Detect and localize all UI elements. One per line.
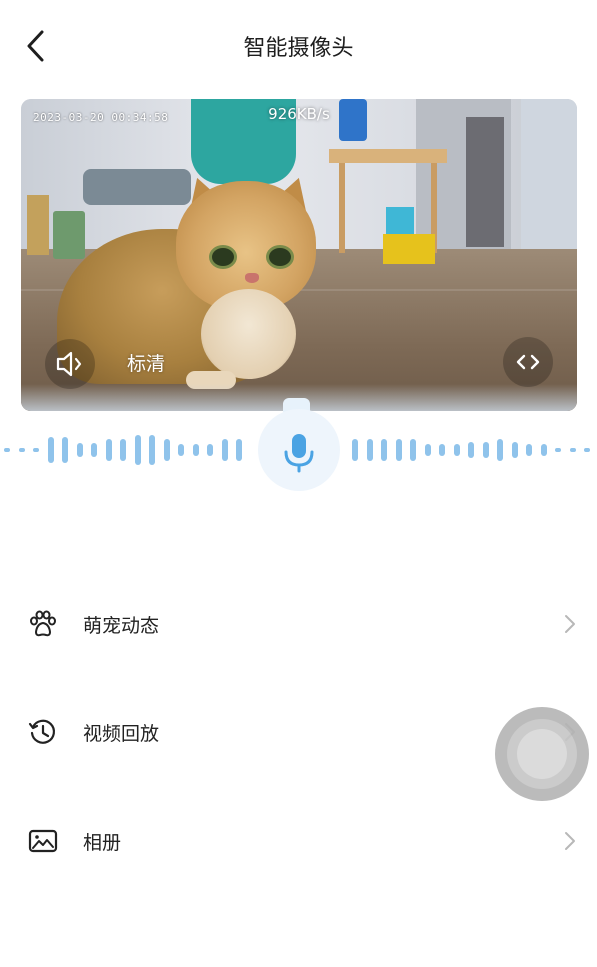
voice-waveform-left (0, 435, 250, 465)
waveform-bar (497, 439, 503, 461)
menu-item-pet-moments[interactable]: 萌宠动态 (0, 589, 597, 659)
waveform-bar (555, 448, 561, 452)
waveform-bar (120, 439, 126, 461)
waveform-bar (91, 443, 97, 457)
paw-icon (30, 610, 56, 637)
waveform-bar (105, 439, 112, 461)
waveform-bar (511, 442, 518, 458)
voice-waveform-right (348, 435, 597, 465)
menu-item-album[interactable]: 相册 (0, 806, 597, 876)
waveform-bar (352, 439, 358, 461)
microphone-button[interactable] (258, 409, 340, 491)
waveform-bar (163, 439, 170, 461)
history-clock-icon (28, 719, 56, 744)
bitrate-label: 926KB/s (268, 105, 330, 123)
assistive-touch-button[interactable] (495, 707, 589, 801)
waveform-bar (366, 439, 373, 461)
waveform-bar (192, 444, 199, 456)
waveform-bar (221, 439, 228, 461)
waveform-bar (62, 437, 68, 463)
chevron-right-icon (565, 615, 575, 633)
fullscreen-button[interactable] (503, 337, 553, 387)
waveform-bar (482, 442, 489, 458)
speaker-icon (56, 351, 82, 377)
waveform-bar (178, 444, 184, 456)
waveform-bar (207, 444, 213, 456)
waveform-bar (4, 448, 10, 452)
waveform-bar (410, 439, 416, 461)
waveform-bar (381, 439, 387, 461)
sound-toggle-button[interactable] (45, 339, 95, 389)
voice-talk-area (0, 395, 597, 505)
waveform-bar (47, 437, 54, 463)
waveform-bar (468, 442, 474, 458)
microphone-icon (284, 434, 314, 473)
waveform-bar (18, 448, 25, 452)
page-title: 智能摄像头 (243, 36, 354, 61)
waveform-bar (540, 444, 547, 456)
menu-item-label: 视频回放 (83, 723, 160, 745)
waveform-bar (424, 444, 431, 456)
waveform-bar (526, 444, 532, 456)
quality-selector[interactable]: 标清 (127, 349, 165, 376)
waveform-bar (439, 444, 445, 456)
image-icon (28, 829, 58, 853)
waveform-bar (134, 435, 141, 465)
waveform-bar (236, 439, 242, 461)
waveform-bar (76, 443, 83, 457)
live-video-view[interactable]: 2023-03-20 00:34:58 926KB/s 标清 (21, 99, 577, 411)
menu-item-label: 相册 (83, 832, 122, 854)
waveform-bar (149, 435, 155, 465)
code-arrows-icon (516, 354, 540, 370)
waveform-bar (569, 448, 576, 452)
header: 智能摄像头 (0, 0, 597, 92)
waveform-bar (395, 439, 402, 461)
waveform-bar (584, 448, 590, 452)
waveform-bar (453, 444, 460, 456)
menu-item-label: 萌宠动态 (83, 615, 160, 637)
chevron-right-icon (565, 832, 575, 850)
waveform-bar (33, 448, 39, 452)
